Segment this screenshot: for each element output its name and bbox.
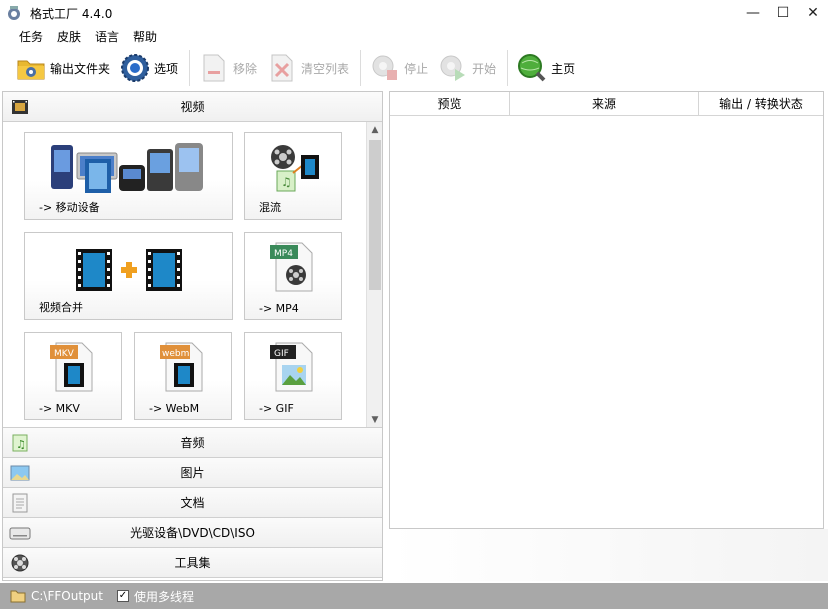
category-video-label: 视频 [180, 100, 205, 114]
video-tiles-area: -> 移动设备 ♫ 混流 视频合并 MP4 -> MP4 MKV -> MKV … [3, 122, 382, 428]
clear-list-icon [267, 53, 297, 83]
column-output-status[interactable]: 输出 / 转换状态 [699, 92, 823, 115]
mkv-file-icon: MKV [25, 339, 121, 393]
tile-label: -> WebM [149, 402, 200, 415]
toolbar-separator [507, 50, 509, 86]
video-category-icon [9, 96, 31, 118]
tile-to-mkv[interactable]: MKV -> MKV [24, 332, 122, 420]
tile-mux[interactable]: ♫ 混流 [244, 132, 342, 220]
tools-category-icon [9, 552, 31, 574]
tile-label: 视频合并 [39, 301, 83, 314]
output-path[interactable]: C:\FFOutput [31, 589, 103, 603]
gear-icon [120, 53, 150, 83]
tile-to-gif[interactable]: GIF -> GIF [244, 332, 342, 420]
menu-task[interactable]: 任务 [12, 28, 50, 45]
options-button[interactable]: 选项 [116, 48, 182, 88]
toolbar-separator [360, 50, 362, 86]
category-audio[interactable]: ♫ 音频 [3, 428, 382, 458]
tile-video-join[interactable]: 视频合并 [24, 232, 233, 320]
title-bar: 格式工厂 4.4.0 — ☐ ✕ [0, 0, 828, 26]
webm-file-icon: webm [135, 339, 231, 393]
app-logo-icon [6, 5, 22, 21]
mobile-devices-icon [25, 139, 232, 197]
document-category-icon [9, 492, 31, 514]
svg-text:GIF: GIF [274, 349, 289, 359]
category-image[interactable]: 图片 [3, 458, 382, 488]
output-folder-button[interactable]: 输出文件夹 [12, 48, 114, 88]
gif-file-icon: GIF [245, 339, 341, 393]
menu-bar: 任务 皮肤 语言 帮助 [0, 26, 828, 46]
category-optical-label: 光驱设备\DVD\CD\ISO [130, 526, 255, 540]
start-label: 开始 [472, 61, 497, 76]
remove-doc-icon [199, 53, 229, 83]
tile-label: 混流 [259, 201, 281, 214]
image-category-icon [9, 462, 31, 484]
task-list[interactable]: 预览 来源 输出 / 转换状态 [389, 91, 824, 529]
tile-to-mp4[interactable]: MP4 -> MP4 [244, 232, 342, 320]
menu-help[interactable]: 帮助 [126, 28, 164, 45]
tile-label: -> 移动设备 [39, 201, 100, 214]
folder-icon[interactable] [10, 589, 26, 603]
category-tools-label: 工具集 [174, 556, 211, 570]
mux-icon: ♫ [245, 139, 341, 197]
video-scrollbar[interactable]: ▲ ▼ [366, 122, 382, 427]
svg-text:MKV: MKV [54, 349, 75, 359]
scroll-thumb[interactable] [369, 140, 381, 290]
toolbar-separator [189, 50, 191, 86]
scroll-up-icon[interactable]: ▲ [367, 122, 382, 138]
maximize-button[interactable]: ☐ [768, 0, 798, 26]
stop-label: 停止 [404, 61, 429, 76]
home-label: 主页 [551, 61, 576, 76]
category-audio-label: 音频 [180, 436, 205, 450]
category-video[interactable]: 视频 [3, 92, 382, 122]
video-join-icon [25, 239, 232, 295]
menu-skin[interactable]: 皮肤 [50, 28, 88, 45]
tile-mobile-devices[interactable]: -> 移动设备 [24, 132, 233, 220]
tile-label: -> MKV [39, 402, 80, 415]
optical-drive-icon [9, 522, 31, 544]
column-preview[interactable]: 预览 [390, 92, 510, 115]
stop-icon [370, 53, 400, 83]
svg-text:♫: ♫ [16, 438, 26, 451]
stop-button[interactable]: 停止 [366, 48, 432, 88]
category-document[interactable]: 文档 [3, 488, 382, 518]
folder-icon [16, 53, 46, 83]
tile-label: -> MP4 [259, 302, 299, 315]
svg-text:webm: webm [162, 349, 189, 359]
svg-text:♫: ♫ [281, 175, 292, 189]
minimize-button[interactable]: — [738, 0, 768, 26]
output-folder-label: 输出文件夹 [50, 61, 111, 76]
clear-list-button[interactable]: 清空列表 [263, 48, 353, 88]
empty-area [389, 529, 828, 581]
tile-to-webm[interactable]: webm -> WebM [134, 332, 232, 420]
status-bar: C:\FFOutput ✓ 使用多线程 [0, 583, 828, 609]
mp4-file-icon: MP4 [245, 239, 341, 293]
category-tools[interactable]: 工具集 [3, 548, 382, 578]
home-globe-icon [517, 53, 547, 83]
start-button[interactable]: 开始 [434, 48, 500, 88]
home-button[interactable]: 主页 [513, 48, 579, 88]
task-list-header: 预览 来源 输出 / 转换状态 [390, 92, 823, 116]
column-source[interactable]: 来源 [510, 92, 699, 115]
category-optical[interactable]: 光驱设备\DVD\CD\ISO [3, 518, 382, 548]
options-label: 选项 [154, 61, 179, 76]
toolbar: 输出文件夹 选项 移除 清空列表 停止 开始 主页 [0, 46, 828, 90]
remove-label: 移除 [233, 61, 258, 76]
function-panel: 视频 -> 移动设备 ♫ 混流 视频合并 MP4 -> MP4 MKV -> M… [2, 91, 383, 581]
scroll-down-icon[interactable]: ▼ [367, 412, 382, 427]
multithread-checkbox[interactable]: ✓ [116, 590, 129, 602]
multithread-label[interactable]: 使用多线程 [134, 588, 194, 605]
start-icon [438, 53, 468, 83]
close-button[interactable]: ✕ [798, 0, 828, 26]
clear-list-label: 清空列表 [301, 61, 350, 76]
window-title: 格式工厂 4.4.0 [30, 6, 113, 21]
remove-button[interactable]: 移除 [195, 48, 261, 88]
menu-language[interactable]: 语言 [88, 28, 126, 45]
category-image-label: 图片 [180, 466, 205, 480]
audio-category-icon: ♫ [9, 432, 31, 454]
tile-label: -> GIF [259, 402, 294, 415]
category-document-label: 文档 [180, 496, 205, 510]
svg-text:MP4: MP4 [274, 249, 293, 259]
